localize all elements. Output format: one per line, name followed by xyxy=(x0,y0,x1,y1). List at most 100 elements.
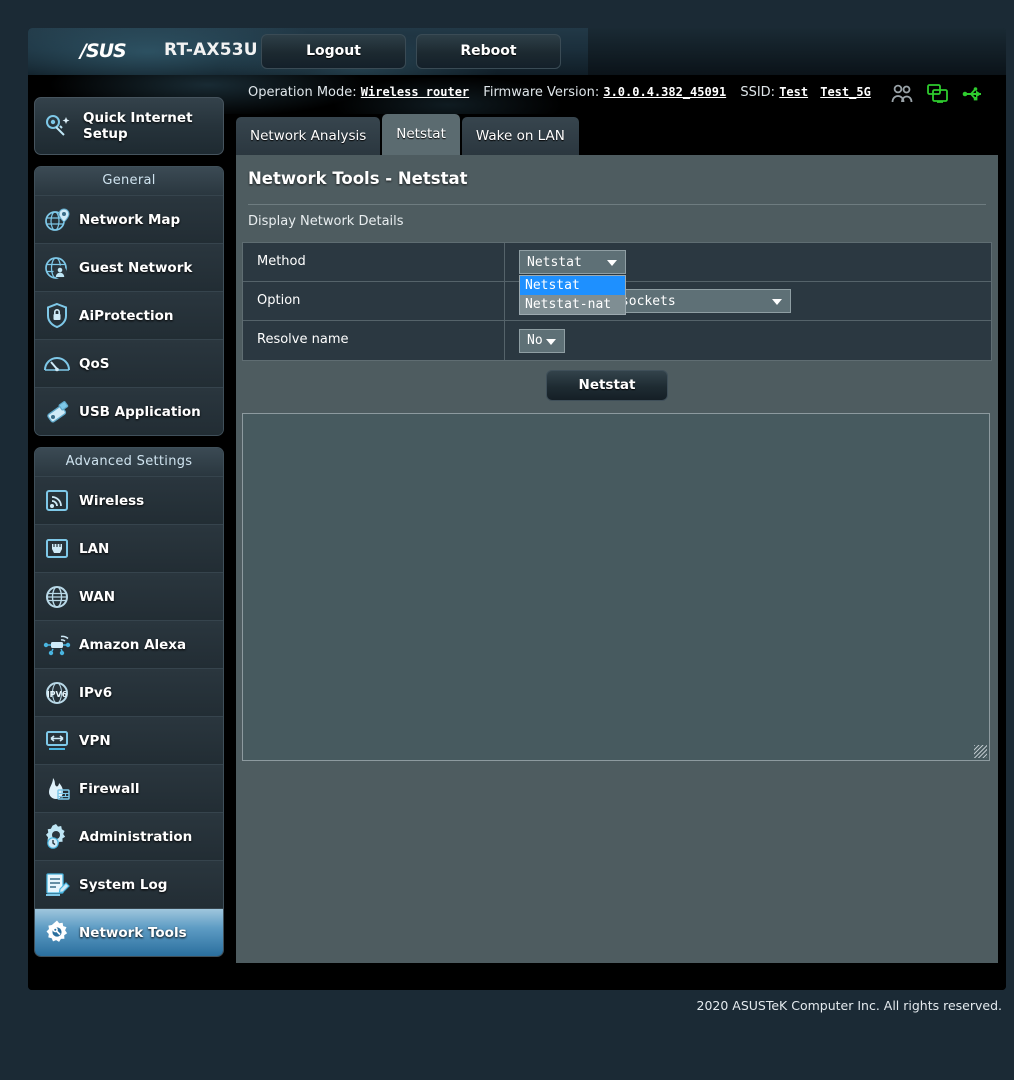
row-value-resolve-name: No xyxy=(505,321,991,360)
sidebar-group-advanced-settings: Advanced Settings Wireless LAN WAN Amazo… xyxy=(34,447,224,957)
lan-port-icon xyxy=(35,532,79,566)
quick-internet-setup-label: Quick Internet Setup xyxy=(83,110,193,142)
page-title: Network Tools - Netstat xyxy=(248,169,468,188)
sidebar-item-label: Firewall xyxy=(79,780,140,797)
sidebar-item-label: USB Application xyxy=(79,403,201,420)
usb-icon[interactable] xyxy=(962,83,986,105)
sidebar-item-usb-application[interactable]: USB Application xyxy=(35,387,223,435)
ssid-value-5g[interactable]: Test_5G xyxy=(820,85,871,99)
dropdown-option-netstat[interactable]: Netstat xyxy=(520,276,625,295)
sidebar-item-administration[interactable]: Administration xyxy=(35,812,223,860)
sidebar-item-amazon-alexa[interactable]: Amazon Alexa xyxy=(35,620,223,668)
sidebar-item-lan[interactable]: LAN xyxy=(35,524,223,572)
language-selector[interactable]: English xyxy=(850,36,995,69)
sidebar-item-vpn[interactable]: VPN xyxy=(35,716,223,764)
sidebar-item-network-tools[interactable]: Network Tools xyxy=(35,908,223,956)
resolve-name-select[interactable]: No xyxy=(519,328,565,353)
status-info: Operation Mode: Wireless router Firmware… xyxy=(248,85,881,100)
row-value-method: Netstat Netstat Netstat-nat xyxy=(505,243,991,315)
settings-table: Method Netstat Netstat Netstat-nat Optio… xyxy=(242,242,992,361)
sidebar-item-firewall[interactable]: Firewall xyxy=(35,764,223,812)
tab-wake-on-lan[interactable]: Wake on LAN xyxy=(461,117,579,155)
logout-button[interactable]: Logout xyxy=(261,34,406,69)
row-label-option: Option xyxy=(243,282,505,320)
sidebar-item-label: Guest Network xyxy=(79,259,193,276)
table-row-resolve-name: Resolve name No xyxy=(243,321,991,360)
administration-gear-icon xyxy=(35,820,79,854)
chevron-down-icon xyxy=(546,338,556,345)
tab-network-analysis[interactable]: Network Analysis xyxy=(236,117,381,155)
sidebar-item-label: AiProtection xyxy=(79,307,174,324)
body-area: Operation Mode: Wireless router Firmware… xyxy=(28,75,1006,990)
sidebar-item-label: Administration xyxy=(79,828,193,845)
netstat-result-textarea[interactable] xyxy=(242,413,990,761)
sidebar-item-ipv6[interactable]: IPV6 IPv6 xyxy=(35,668,223,716)
sidebar-group-title-advanced: Advanced Settings xyxy=(35,448,223,476)
sidebar-item-system-log[interactable]: System Log xyxy=(35,860,223,908)
sidebar-group-title-general: General xyxy=(35,167,223,195)
tab-netstat[interactable]: Netstat xyxy=(382,114,460,155)
qos-gauge-icon xyxy=(35,347,79,381)
ssid-label: SSID: xyxy=(740,85,776,100)
aiprotection-shield-icon xyxy=(35,299,79,333)
firmware-value[interactable]: 3.0.0.4.382_45091 xyxy=(603,85,726,99)
status-icon-group xyxy=(890,83,986,105)
ssid-value-24g[interactable]: Test xyxy=(779,85,808,99)
operation-mode-label: Operation Mode: xyxy=(248,85,357,100)
firewall-flame-icon xyxy=(35,772,79,806)
sidebar-item-label: Network Tools xyxy=(79,924,187,941)
sidebar-item-quick-internet-setup[interactable]: Quick Internet Setup xyxy=(34,97,224,155)
row-label-resolve-name: Resolve name xyxy=(243,321,505,360)
router-admin-page: /SUS RT-AX53U Logout Reboot English Oper… xyxy=(0,0,1014,1080)
network-tools-gear-icon xyxy=(35,916,79,950)
top-banner: /SUS RT-AX53U Logout Reboot English xyxy=(28,28,1006,75)
resize-handle-icon[interactable] xyxy=(974,745,987,758)
footer-bar: ? Help & Support Manual | Product Regist… xyxy=(236,985,998,990)
page-subtitle: Display Network Details xyxy=(248,214,404,229)
sidebar-item-network-map[interactable]: Network Map xyxy=(35,195,223,243)
sidebar-item-wan[interactable]: WAN xyxy=(35,572,223,620)
method-dropdown-list[interactable]: Netstat Netstat-nat xyxy=(519,275,626,315)
main-content: Network Analysis Netstat Wake on LAN Net… xyxy=(236,114,998,976)
dropdown-option-netstat-nat[interactable]: Netstat-nat xyxy=(520,295,625,314)
firmware-label: Firmware Version: xyxy=(483,85,600,100)
operation-mode-value[interactable]: Wireless router xyxy=(361,85,469,99)
chevron-down-icon xyxy=(772,299,782,305)
network-map-icon xyxy=(35,203,79,237)
language-label: English xyxy=(883,45,937,60)
vpn-icon xyxy=(35,724,79,758)
amazon-alexa-icon xyxy=(35,628,79,662)
system-log-icon xyxy=(35,868,79,902)
content-panel: Network Tools - Netstat Display Network … xyxy=(236,155,998,963)
row-label-method: Method xyxy=(243,243,505,281)
sidebar-item-label: Amazon Alexa xyxy=(79,636,187,653)
router-model-name: RT-AX53U xyxy=(164,40,258,60)
app-shell: /SUS RT-AX53U Logout Reboot English Oper… xyxy=(28,28,1006,990)
sidebar-item-qos[interactable]: QoS xyxy=(35,339,223,387)
sidebar-item-label: LAN xyxy=(79,540,110,557)
ipv6-icon: IPV6 xyxy=(35,676,79,710)
copyright-text: 2020 ASUSTeK Computer Inc. All rights re… xyxy=(696,998,1003,1013)
title-divider xyxy=(248,204,986,205)
chevron-down-icon xyxy=(969,50,981,57)
sidebar-item-guest-network[interactable]: Guest Network xyxy=(35,243,223,291)
method-select[interactable]: Netstat xyxy=(519,250,626,274)
sidebar-item-label: WAN xyxy=(79,588,116,605)
usb-device-monitor-icon[interactable] xyxy=(926,83,950,105)
reboot-button[interactable]: Reboot xyxy=(416,34,561,69)
method-select-value: Netstat xyxy=(527,254,582,270)
svg-text:IPV6: IPV6 xyxy=(47,690,68,699)
asus-logo-icon[interactable]: /SUS xyxy=(80,41,152,61)
netstat-run-button[interactable]: Netstat xyxy=(546,370,668,401)
wireless-signal-icon xyxy=(35,484,79,518)
chevron-down-icon xyxy=(607,260,617,266)
sidebar-item-wireless[interactable]: Wireless xyxy=(35,476,223,524)
sidebar-item-aiprotection[interactable]: AiProtection xyxy=(35,291,223,339)
sidebar: Quick Internet Setup General Network Map… xyxy=(34,97,224,968)
sidebar-item-label: VPN xyxy=(79,732,111,749)
resolve-name-select-value: No xyxy=(527,333,543,348)
sidebar-item-label: System Log xyxy=(79,876,168,893)
clients-users-icon[interactable] xyxy=(890,83,914,105)
quick-internet-setup-icon xyxy=(35,109,79,143)
tab-bar: Network Analysis Netstat Wake on LAN xyxy=(236,114,581,155)
